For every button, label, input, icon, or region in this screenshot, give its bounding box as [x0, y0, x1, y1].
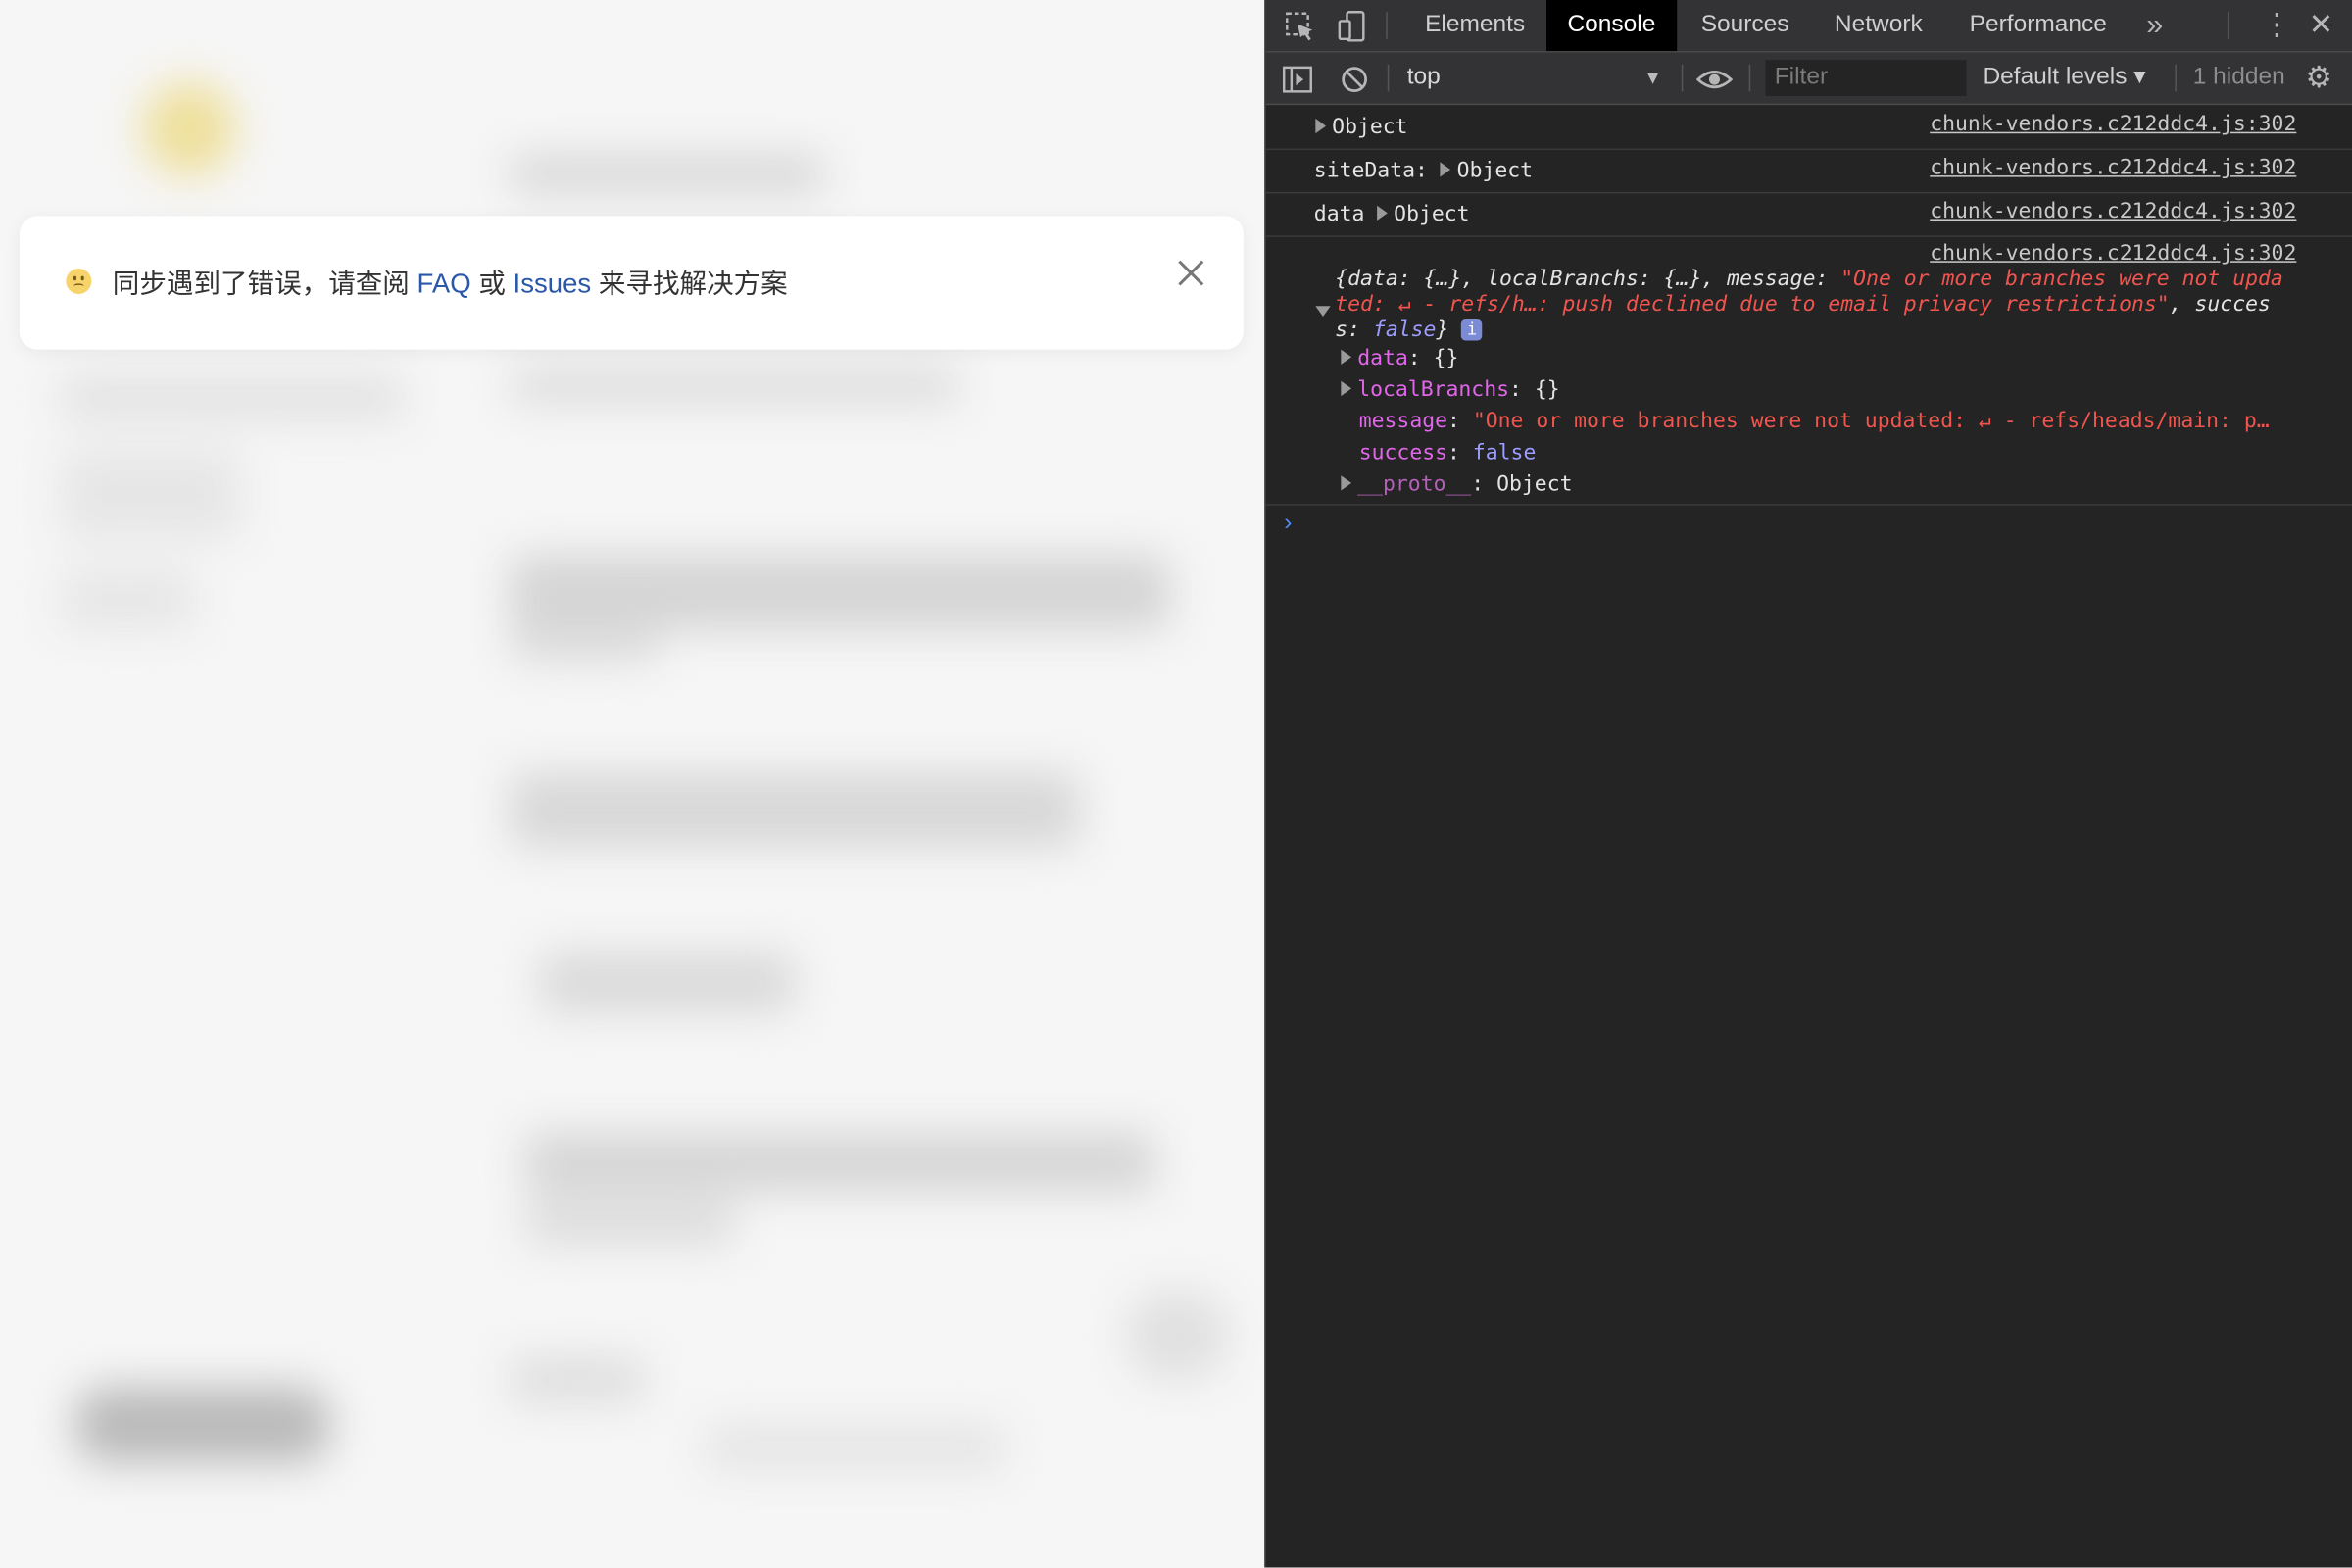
- object-preview-line-2: ted: ↵ - refs/h…: push declined due to e…: [1335, 292, 2271, 317]
- tab-network[interactable]: Network: [1813, 0, 1943, 51]
- toast-message: 同步遇到了错误，请查阅 FAQ 或 Issues 来寻找解决方案: [113, 263, 788, 302]
- expand-arrow-icon[interactable]: [1440, 162, 1451, 177]
- console-message: Object chunk-vendors.c212ddc4.js:302: [1265, 105, 2352, 151]
- object-preview-line-1: {data: {…}, localBranchs: {…}, message: …: [1335, 267, 2283, 291]
- clear-console-icon[interactable]: [1340, 53, 1370, 104]
- filter-input[interactable]: Filter: [1765, 60, 1967, 96]
- prop-message: message: "One or more branches were not …: [1358, 409, 2270, 434]
- prop-success: success: false: [1358, 440, 1537, 466]
- divider: [1387, 64, 1390, 92]
- kebab-menu-icon[interactable]: ⋮: [2262, 0, 2292, 51]
- chevron-down-icon[interactable]: ▼: [1644, 53, 1662, 104]
- issues-link[interactable]: Issues: [514, 269, 592, 299]
- prop-proto[interactable]: __proto__: Object: [1341, 472, 1573, 497]
- expand-arrow-icon[interactable]: [1377, 205, 1389, 220]
- device-toolbar-icon[interactable]: [1337, 0, 1370, 51]
- tab-sources[interactable]: Sources: [1680, 0, 1810, 51]
- faq-link[interactable]: FAQ: [417, 269, 471, 299]
- info-icon[interactable]: i: [1461, 319, 1483, 341]
- source-link[interactable]: chunk-vendors.c212ddc4.js:302: [1930, 113, 2296, 136]
- sync-error-toast: 同步遇到了错误，请查阅 FAQ 或 Issues 来寻找解决方案: [19, 216, 1244, 350]
- hidden-count: 1 hidden: [2192, 64, 2285, 90]
- object-entry[interactable]: Object: [1315, 116, 1408, 139]
- devtools-panel: Elements Console Sources Network Perform…: [1264, 0, 2352, 1568]
- tab-elements[interactable]: Elements: [1404, 0, 1546, 51]
- context-select[interactable]: top: [1407, 53, 1441, 104]
- app-background: 同步遇到了错误，请查阅 FAQ 或 Issues 来寻找解决方案: [0, 0, 1265, 1568]
- prop-localbranchs[interactable]: localBranchs: {}: [1341, 378, 1560, 402]
- source-link[interactable]: chunk-vendors.c212ddc4.js:302: [1930, 200, 2296, 223]
- toast-text-after: 来寻找解决方案: [598, 268, 788, 299]
- divider: [1748, 64, 1751, 92]
- console-message-expanded: chunk-vendors.c212ddc4.js:302 {data: {…}…: [1265, 235, 2352, 506]
- inspect-element-icon[interactable]: [1284, 0, 1317, 51]
- close-devtools-icon[interactable]: ✕: [2309, 0, 2334, 51]
- log-levels-select[interactable]: Default levels ▾: [1983, 53, 2145, 104]
- prop-data[interactable]: data: {}: [1341, 347, 1458, 370]
- close-icon[interactable]: [1176, 258, 1206, 288]
- app-logo: [142, 82, 236, 176]
- tab-console[interactable]: Console: [1546, 0, 1677, 52]
- gear-icon[interactable]: ⚙: [2306, 53, 2332, 104]
- eye-icon[interactable]: [1695, 53, 1734, 104]
- console-message: data Object chunk-vendors.c212ddc4.js:30…: [1265, 192, 2352, 237]
- divider: [2227, 12, 2230, 39]
- devtools-tab-bar: Elements Console Sources Network Perform…: [1265, 0, 2352, 53]
- more-tabs-icon[interactable]: »: [2146, 0, 2163, 51]
- source-link[interactable]: chunk-vendors.c212ddc4.js:302: [1930, 241, 2296, 265]
- object-entry[interactable]: data Object: [1314, 203, 1470, 226]
- divider: [2175, 64, 2177, 92]
- collapse-arrow-icon[interactable]: [1315, 299, 1336, 322]
- divider: [1681, 64, 1684, 92]
- console-toolbar: top ▼ Filter Default levels ▾ 1 hidden ⚙: [1265, 52, 2352, 106]
- sidebar-toggle-icon[interactable]: [1282, 53, 1313, 104]
- tab-performance[interactable]: Performance: [1948, 0, 2128, 51]
- toast-text-before: 同步遇到了错误，请查阅: [112, 268, 410, 299]
- console-message: siteData: Object chunk-vendors.c212ddc4.…: [1265, 149, 2352, 194]
- object-entry[interactable]: siteData: Object: [1314, 159, 1533, 182]
- toast-text-or: 或: [478, 268, 506, 299]
- expand-arrow-icon[interactable]: [1315, 118, 1327, 134]
- source-link[interactable]: chunk-vendors.c212ddc4.js:302: [1930, 156, 2296, 179]
- sad-face-icon: [66, 268, 92, 294]
- console-prompt[interactable]: ›: [1284, 510, 1292, 537]
- object-preview-line-3: s: false} i: [1335, 318, 1483, 342]
- divider: [1386, 12, 1388, 39]
